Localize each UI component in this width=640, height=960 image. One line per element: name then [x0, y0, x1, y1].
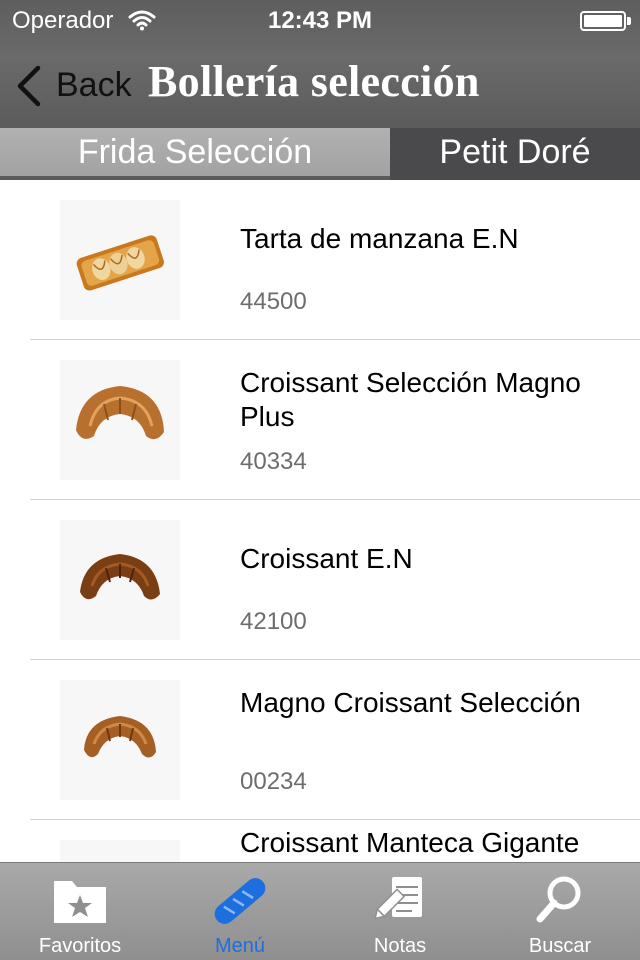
battery-tip: [627, 17, 631, 25]
product-name: Tarta de manzana E.N: [240, 223, 519, 254]
croissant-image: [60, 840, 180, 862]
tab-label: Favoritos: [38, 935, 122, 957]
segment-petit-dore[interactable]: Petit Doré: [390, 128, 640, 180]
tab-label: Notas: [373, 935, 427, 957]
product-code: 00234: [240, 768, 307, 795]
product-code: 40334: [240, 448, 307, 475]
list-item[interactable]: Tarta de manzana E.N 44500: [0, 180, 640, 340]
status-time: 12:43 PM: [267, 7, 373, 34]
magnifier-icon: [536, 876, 581, 923]
battery-icon: [580, 11, 626, 31]
segment-frida-seleccion[interactable]: Frida Selección: [0, 128, 390, 180]
back-button[interactable]: Back: [14, 62, 144, 108]
product-code: 44500: [240, 288, 307, 315]
product-code: 42100: [240, 608, 307, 635]
product-name: Magno Croissant Selección: [240, 687, 581, 718]
tab-label: Menú: [214, 935, 266, 957]
croissant-image: [60, 680, 180, 800]
notes-pencil-icon: [374, 877, 422, 920]
tab-menu[interactable]: Menú: [160, 863, 320, 960]
product-name: Croissant E.N: [240, 543, 413, 574]
page-title: Bollería selección: [148, 57, 480, 106]
product-list[interactable]: Tarta de manzana E.N 44500 Croissant Sel…: [0, 180, 640, 862]
list-item[interactable]: Croissant E.N 42100: [0, 500, 640, 660]
tab-favoritos[interactable]: Favoritos: [0, 863, 160, 960]
chevron-left-icon: [17, 65, 41, 107]
list-item[interactable]: Croissant Manteca Gigante Selección: [0, 820, 640, 862]
list-item[interactable]: Magno Croissant Selección 00234: [0, 660, 640, 820]
tab-notas[interactable]: Notas: [320, 863, 480, 960]
croissant-image: [60, 360, 180, 480]
baguette-icon: [214, 878, 266, 924]
tab-bar: Favoritos Menú Notas Buscar: [0, 862, 640, 960]
croissant-image: [60, 520, 180, 640]
status-bar: Operador 12:43 PM: [0, 0, 640, 40]
segmented-control: Frida Selección Petit Doré: [0, 128, 640, 180]
apple-pastry-image: [60, 200, 180, 320]
list-item[interactable]: Croissant Selección Magno Plus 40334: [0, 340, 640, 500]
tab-label: Buscar: [528, 935, 592, 957]
navigation-bar: Back Bollería selección: [0, 40, 640, 128]
product-name: Croissant Manteca Gigante Selección: [240, 827, 580, 862]
product-name: Croissant Selección Magno Plus: [240, 367, 581, 432]
tab-buscar[interactable]: Buscar: [480, 863, 640, 960]
back-label: Back: [56, 66, 132, 104]
folder-star-icon: [54, 881, 106, 923]
